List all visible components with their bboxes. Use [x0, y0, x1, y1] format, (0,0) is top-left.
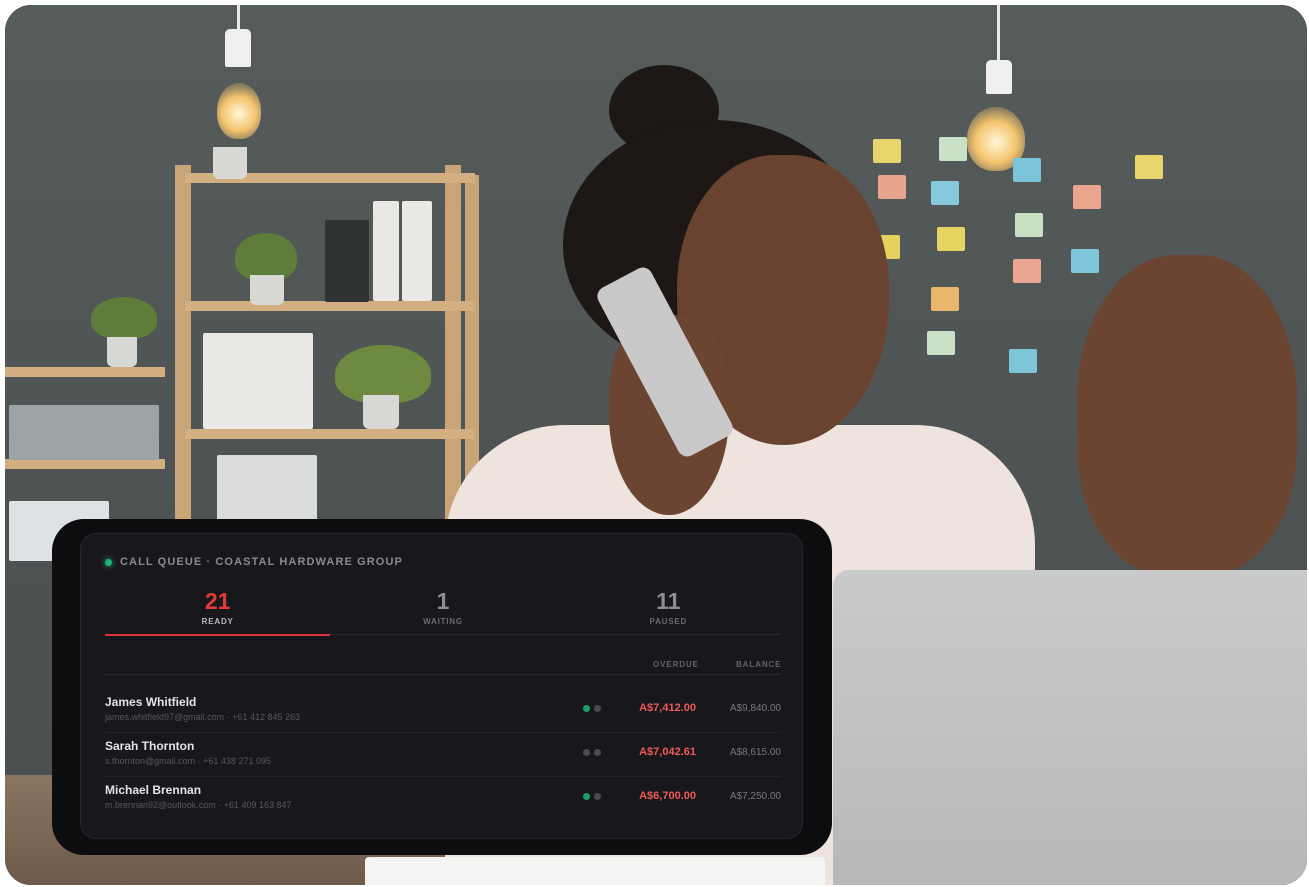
- table-row[interactable]: Michael Brennan m.brennan92@outlook.com …: [105, 776, 781, 820]
- tab-ready-count: 21: [204, 588, 231, 614]
- overdue-amount: A$6,700.00: [639, 790, 696, 802]
- column-header-overdue[interactable]: OVERDUE: [653, 660, 699, 669]
- bulb-socket: [225, 29, 251, 67]
- tab-ready-label: READY: [201, 617, 234, 626]
- sticky-note: [1135, 155, 1163, 179]
- call-queue-card: CALL QUEUE · COASTAL HARDWARE GROUP 21 R…: [80, 533, 803, 839]
- tab-paused-label: PAUSED: [649, 617, 688, 626]
- status-dot-online-icon: [583, 793, 590, 800]
- sticky-note: [1013, 158, 1041, 182]
- sticky-note: [937, 227, 965, 251]
- contact-status: [583, 793, 601, 800]
- bulb-wire: [997, 5, 1000, 65]
- light-bulb: [217, 83, 261, 139]
- column-header-balance[interactable]: BALANCE: [736, 660, 781, 669]
- header-divider: [105, 674, 781, 675]
- sticky-note: [931, 181, 959, 205]
- binder: [325, 220, 369, 302]
- sticky-note: [873, 139, 901, 163]
- contact-status: [583, 705, 601, 712]
- sticky-note: [1071, 249, 1099, 273]
- tab-paused[interactable]: 11 PAUSED: [556, 588, 781, 634]
- overdue-amount: A$7,042.61: [639, 746, 696, 758]
- plant: [235, 233, 297, 281]
- pot: [363, 395, 399, 429]
- binder: [373, 201, 399, 301]
- sticky-note: [931, 287, 959, 311]
- queue-tabs: 21 READY 1 WAITING 11 PAUSED: [105, 588, 781, 636]
- tab-paused-count: 11: [656, 588, 681, 614]
- queue-title: CALL QUEUE · COASTAL HARDWARE GROUP: [120, 556, 403, 568]
- status-dot-offline-icon: [594, 705, 601, 712]
- sticky-note: [1009, 349, 1037, 373]
- balance-amount: A$9,840.00: [729, 703, 781, 714]
- sticky-note: [1015, 213, 1043, 237]
- sticky-note: [1013, 259, 1041, 283]
- customer-name: James Whitfield: [105, 695, 197, 709]
- binder: [217, 455, 317, 525]
- customer-name: Michael Brennan: [105, 783, 202, 797]
- pot: [250, 275, 284, 305]
- shelf-board: [5, 459, 165, 469]
- pot: [213, 147, 247, 179]
- customer-name: Sarah Thornton: [105, 739, 195, 753]
- table-row[interactable]: Sarah Thornton s.thornton@gmail.com · +6…: [105, 732, 781, 777]
- waving-hand: [1077, 255, 1297, 575]
- status-dot-offline-icon: [594, 749, 601, 756]
- binder: [9, 405, 159, 460]
- status-dot-offline-icon: [583, 749, 590, 756]
- binder: [402, 201, 432, 301]
- customer-contact: s.thornton@gmail.com · +61 438 271 095: [105, 756, 271, 766]
- status-dot-online-icon: [583, 705, 590, 712]
- customer-contact: m.brennan92@outlook.com · +61 409 163 84…: [105, 800, 292, 810]
- sticky-note: [878, 175, 906, 199]
- shelf-post: [175, 165, 191, 535]
- plant: [91, 297, 157, 339]
- contact-status: [583, 749, 601, 756]
- balance-amount: A$8,615.00: [729, 747, 781, 758]
- tab-waiting[interactable]: 1 WAITING: [330, 588, 555, 634]
- sticky-note: [939, 137, 967, 161]
- shelf-board: [5, 367, 165, 377]
- pot: [107, 337, 137, 367]
- queue-header: CALL QUEUE · COASTAL HARDWARE GROUP: [105, 556, 403, 568]
- tab-waiting-count: 1: [436, 588, 450, 614]
- binder: [203, 333, 313, 429]
- tab-ready[interactable]: 21 READY: [105, 588, 331, 636]
- shelf-board: [185, 301, 475, 311]
- customer-contact: james.whitfield97@gmail.com · +61 412 84…: [105, 712, 300, 722]
- table-row[interactable]: James Whitfield james.whitfield97@gmail.…: [105, 688, 781, 733]
- live-status-icon: [105, 558, 112, 566]
- laptop: [833, 570, 1307, 885]
- shelf-board: [185, 429, 475, 439]
- papers: [365, 857, 825, 885]
- status-dot-offline-icon: [594, 793, 601, 800]
- bulb-socket: [986, 60, 1012, 94]
- shelf-post: [445, 165, 461, 535]
- overdue-amount: A$7,412.00: [639, 702, 696, 714]
- sticky-note: [1073, 185, 1101, 209]
- tab-waiting-label: WAITING: [423, 617, 463, 626]
- balance-amount: A$7,250.00: [729, 791, 781, 802]
- sticky-note: [927, 331, 955, 355]
